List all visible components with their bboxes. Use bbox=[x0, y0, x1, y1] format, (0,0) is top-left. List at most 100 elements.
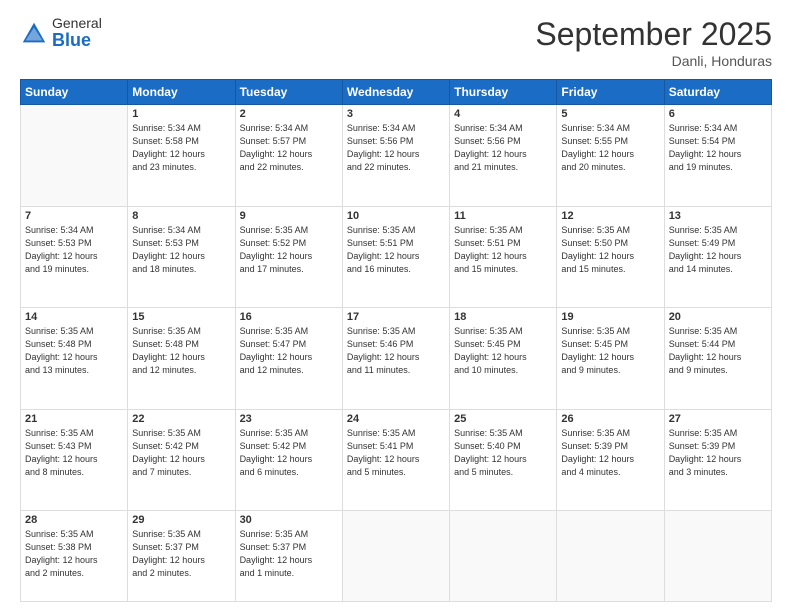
day-info: Sunrise: 5:35 AMSunset: 5:44 PMDaylight:… bbox=[669, 325, 767, 377]
logo-blue-text: Blue bbox=[52, 31, 102, 51]
day-info: Sunrise: 5:35 AMSunset: 5:40 PMDaylight:… bbox=[454, 427, 552, 479]
day-info: Sunrise: 5:34 AMSunset: 5:57 PMDaylight:… bbox=[240, 122, 338, 174]
day-number: 11 bbox=[454, 210, 552, 222]
day-info: Sunrise: 5:35 AMSunset: 5:48 PMDaylight:… bbox=[25, 325, 123, 377]
header: General Blue September 2025 Danli, Hondu… bbox=[20, 16, 772, 69]
calendar-cell: 21Sunrise: 5:35 AMSunset: 5:43 PMDayligh… bbox=[21, 409, 128, 511]
calendar-cell: 10 Sunrise: 5:35 AMSunset: 5:51 PMDayligh… bbox=[342, 206, 449, 308]
day-number: 20 bbox=[669, 311, 767, 323]
page: General Blue September 2025 Danli, Hondu… bbox=[0, 0, 792, 612]
day-number: 14 bbox=[25, 311, 123, 323]
day-number: 29 bbox=[132, 514, 230, 526]
day-info: Sunrise: 5:35 AMSunset: 5:42 PMDaylight:… bbox=[132, 427, 230, 479]
day-info: Sunrise: 5:35 AMSunset: 5:43 PMDaylight:… bbox=[25, 427, 123, 479]
calendar-cell: 4 Sunrise: 5:34 AMSunset: 5:56 PMDaylight… bbox=[450, 105, 557, 207]
calendar-cell: 8 Sunrise: 5:34 AMSunset: 5:53 PMDaylight… bbox=[128, 206, 235, 308]
logo-text: General Blue bbox=[52, 16, 102, 51]
day-info: Sunrise: 5:35 AMSunset: 5:48 PMDaylight:… bbox=[132, 325, 230, 377]
day-number: 8 bbox=[132, 210, 230, 222]
calendar-cell: 27 Sunrise: 5:35 AMSunset: 5:39 PMDayligh… bbox=[664, 409, 771, 511]
day-info: Sunrise: 5:35 AMSunset: 5:51 PMDaylight:… bbox=[454, 224, 552, 276]
calendar-cell: 22 Sunrise: 5:35 AMSunset: 5:42 PMDayligh… bbox=[128, 409, 235, 511]
day-number: 6 bbox=[669, 108, 767, 120]
calendar-cell: 18 Sunrise: 5:35 AMSunset: 5:45 PMDayligh… bbox=[450, 308, 557, 410]
day-number: 30 bbox=[240, 514, 338, 526]
calendar-cell bbox=[21, 105, 128, 207]
calendar-cell: 12 Sunrise: 5:35 AMSunset: 5:50 PMDayligh… bbox=[557, 206, 664, 308]
calendar-cell: 19 Sunrise: 5:35 AMSunset: 5:45 PMDayligh… bbox=[557, 308, 664, 410]
calendar-cell: 17 Sunrise: 5:35 AMSunset: 5:46 PMDayligh… bbox=[342, 308, 449, 410]
day-number: 3 bbox=[347, 108, 445, 120]
calendar-cell: 15 Sunrise: 5:35 AMSunset: 5:48 PMDayligh… bbox=[128, 308, 235, 410]
day-number: 16 bbox=[240, 311, 338, 323]
day-info: Sunrise: 5:35 AMSunset: 5:37 PMDaylight:… bbox=[132, 528, 230, 580]
col-header-tuesday: Tuesday bbox=[235, 80, 342, 105]
day-info: Sunrise: 5:35 AMSunset: 5:39 PMDaylight:… bbox=[669, 427, 767, 479]
day-info: Sunrise: 5:35 AMSunset: 5:51 PMDaylight:… bbox=[347, 224, 445, 276]
day-info: Sunrise: 5:34 AMSunset: 5:53 PMDaylight:… bbox=[132, 224, 230, 276]
day-number: 9 bbox=[240, 210, 338, 222]
calendar-cell: 11 Sunrise: 5:35 AMSunset: 5:51 PMDayligh… bbox=[450, 206, 557, 308]
day-number: 19 bbox=[561, 311, 659, 323]
calendar-cell bbox=[450, 511, 557, 602]
day-info: Sunrise: 5:35 AMSunset: 5:49 PMDaylight:… bbox=[669, 224, 767, 276]
day-info: Sunrise: 5:34 AMSunset: 5:55 PMDaylight:… bbox=[561, 122, 659, 174]
calendar-cell: 13Sunrise: 5:35 AMSunset: 5:49 PMDayligh… bbox=[664, 206, 771, 308]
day-info: Sunrise: 5:35 AMSunset: 5:52 PMDaylight:… bbox=[240, 224, 338, 276]
col-header-thursday: Thursday bbox=[450, 80, 557, 105]
day-number: 28 bbox=[25, 514, 123, 526]
day-number: 2 bbox=[240, 108, 338, 120]
day-info: Sunrise: 5:35 AMSunset: 5:38 PMDaylight:… bbox=[25, 528, 123, 580]
day-info: Sunrise: 5:35 AMSunset: 5:50 PMDaylight:… bbox=[561, 224, 659, 276]
calendar-cell: 16 Sunrise: 5:35 AMSunset: 5:47 PMDayligh… bbox=[235, 308, 342, 410]
day-info: Sunrise: 5:34 AMSunset: 5:58 PMDaylight:… bbox=[132, 122, 230, 174]
day-number: 1 bbox=[132, 108, 230, 120]
day-info: Sunrise: 5:34 AMSunset: 5:56 PMDaylight:… bbox=[347, 122, 445, 174]
day-number: 4 bbox=[454, 108, 552, 120]
day-info: Sunrise: 5:35 AMSunset: 5:47 PMDaylight:… bbox=[240, 325, 338, 377]
col-header-sunday: Sunday bbox=[21, 80, 128, 105]
calendar-cell bbox=[664, 511, 771, 602]
month-title: September 2025 bbox=[535, 16, 772, 53]
calendar-cell: 25Sunrise: 5:35 AMSunset: 5:40 PMDayligh… bbox=[450, 409, 557, 511]
col-header-friday: Friday bbox=[557, 80, 664, 105]
col-header-monday: Monday bbox=[128, 80, 235, 105]
col-header-wednesday: Wednesday bbox=[342, 80, 449, 105]
day-number: 26 bbox=[561, 413, 659, 425]
day-info: Sunrise: 5:34 AMSunset: 5:53 PMDaylight:… bbox=[25, 224, 123, 276]
calendar-week-5: 28 Sunrise: 5:35 AMSunset: 5:38 PMDayligh… bbox=[21, 511, 772, 602]
calendar-cell: 24Sunrise: 5:35 AMSunset: 5:41 PMDayligh… bbox=[342, 409, 449, 511]
calendar-header-row: SundayMondayTuesdayWednesdayThursdayFrid… bbox=[21, 80, 772, 105]
day-number: 7 bbox=[25, 210, 123, 222]
calendar-week-4: 21Sunrise: 5:35 AMSunset: 5:43 PMDayligh… bbox=[21, 409, 772, 511]
logo: General Blue bbox=[20, 16, 102, 51]
calendar-cell bbox=[557, 511, 664, 602]
day-number: 23 bbox=[240, 413, 338, 425]
logo-icon bbox=[20, 20, 48, 48]
day-info: Sunrise: 5:35 AMSunset: 5:46 PMDaylight:… bbox=[347, 325, 445, 377]
day-number: 12 bbox=[561, 210, 659, 222]
calendar-week-1: 1 Sunrise: 5:34 AMSunset: 5:58 PMDaylight… bbox=[21, 105, 772, 207]
day-info: Sunrise: 5:34 AMSunset: 5:56 PMDaylight:… bbox=[454, 122, 552, 174]
day-info: Sunrise: 5:35 AMSunset: 5:45 PMDaylight:… bbox=[454, 325, 552, 377]
day-number: 18 bbox=[454, 311, 552, 323]
calendar-cell: 20 Sunrise: 5:35 AMSunset: 5:44 PMDayligh… bbox=[664, 308, 771, 410]
day-info: Sunrise: 5:35 AMSunset: 5:39 PMDaylight:… bbox=[561, 427, 659, 479]
calendar-cell: 5Sunrise: 5:34 AMSunset: 5:55 PMDaylight… bbox=[557, 105, 664, 207]
day-info: Sunrise: 5:35 AMSunset: 5:41 PMDaylight:… bbox=[347, 427, 445, 479]
day-info: Sunrise: 5:35 AMSunset: 5:37 PMDaylight:… bbox=[240, 528, 338, 580]
day-number: 22 bbox=[132, 413, 230, 425]
calendar-cell: 29 Sunrise: 5:35 AMSunset: 5:37 PMDayligh… bbox=[128, 511, 235, 602]
day-number: 10 bbox=[347, 210, 445, 222]
calendar-cell: 14 Sunrise: 5:35 AMSunset: 5:48 PMDayligh… bbox=[21, 308, 128, 410]
calendar-week-3: 14 Sunrise: 5:35 AMSunset: 5:48 PMDayligh… bbox=[21, 308, 772, 410]
calendar-table: SundayMondayTuesdayWednesdayThursdayFrid… bbox=[20, 79, 772, 602]
calendar-cell: 6Sunrise: 5:34 AMSunset: 5:54 PMDaylight… bbox=[664, 105, 771, 207]
calendar-cell: 3 Sunrise: 5:34 AMSunset: 5:56 PMDaylight… bbox=[342, 105, 449, 207]
day-number: 15 bbox=[132, 311, 230, 323]
day-number: 27 bbox=[669, 413, 767, 425]
day-number: 17 bbox=[347, 311, 445, 323]
col-header-saturday: Saturday bbox=[664, 80, 771, 105]
day-info: Sunrise: 5:35 AMSunset: 5:45 PMDaylight:… bbox=[561, 325, 659, 377]
calendar-cell: 1 Sunrise: 5:34 AMSunset: 5:58 PMDaylight… bbox=[128, 105, 235, 207]
